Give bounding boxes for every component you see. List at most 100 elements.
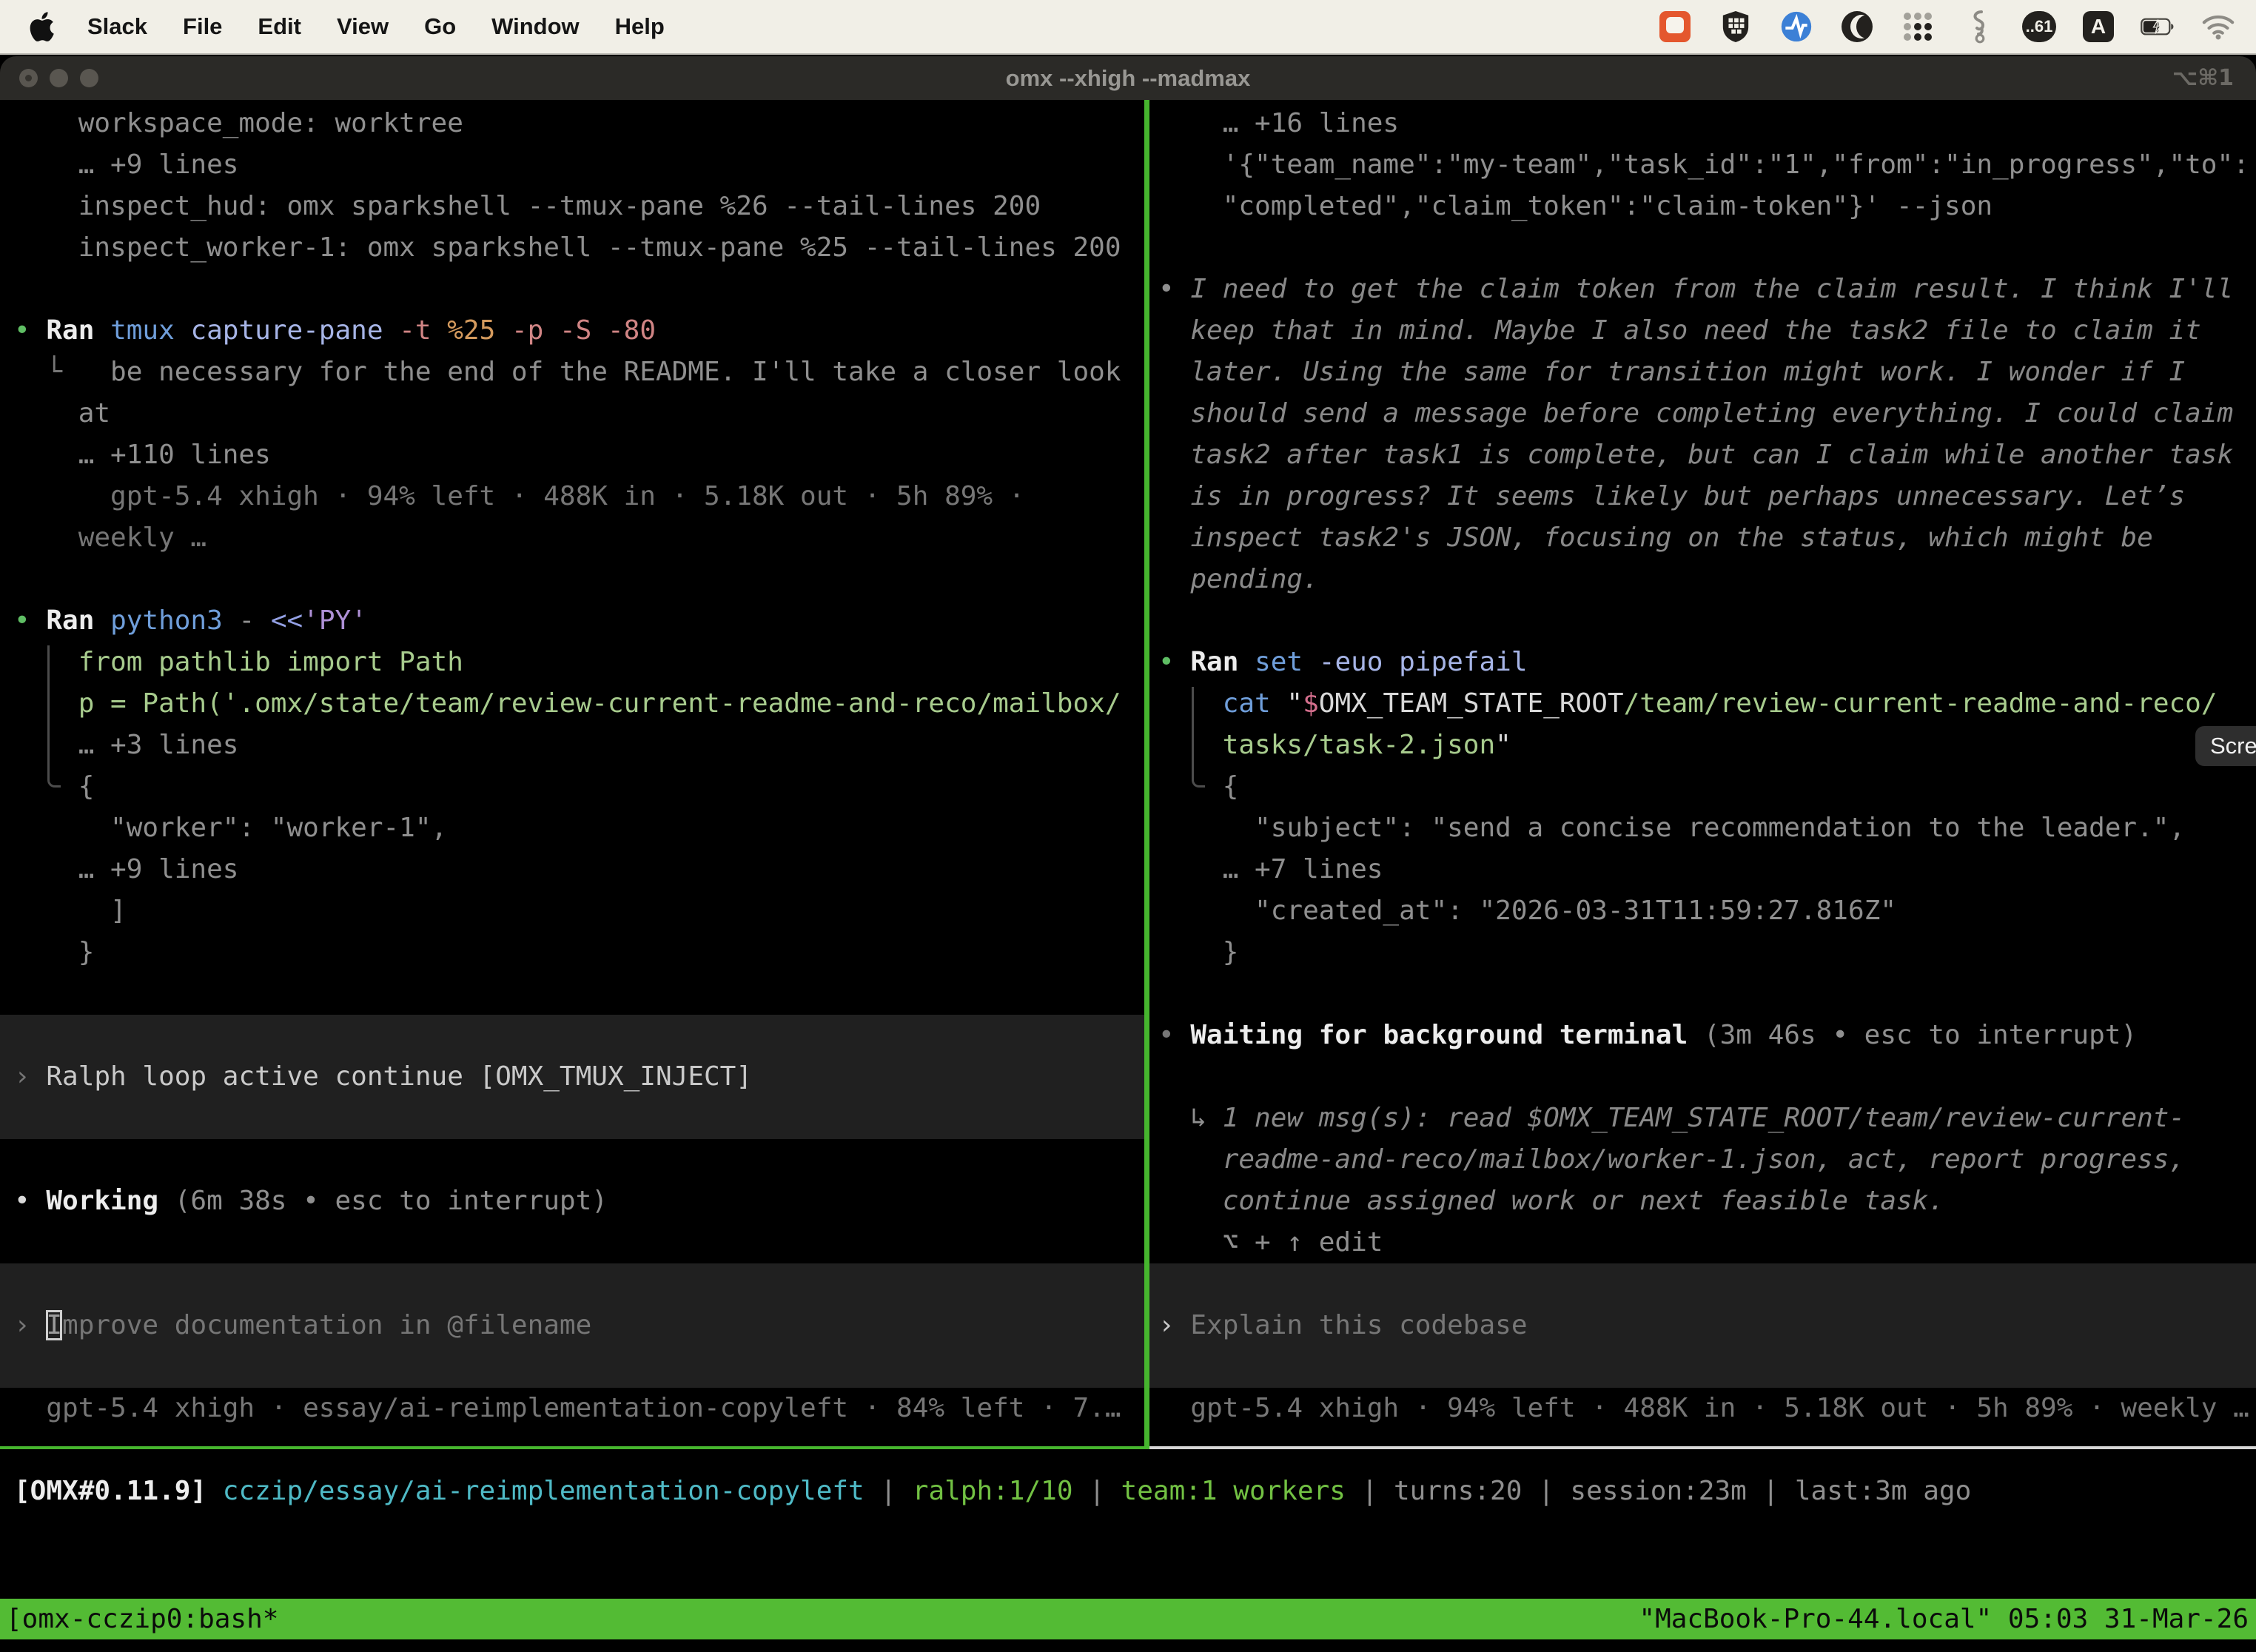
prompt-input-container[interactable]: › Improve documentation in @filename	[0, 1263, 1144, 1388]
menu-bar-left: Slack File Edit View Go Window Help	[0, 10, 682, 44]
wifi-icon[interactable]	[2201, 10, 2235, 44]
pane-divider[interactable]	[1144, 100, 1149, 1449]
tmux-session-window-label[interactable]: [omx-cczip0:bash*	[0, 1599, 278, 1639]
terminal-line: … +3 lines	[14, 725, 1144, 766]
badge-61[interactable]: ..61	[2022, 11, 2056, 42]
terminal-line: gpt-5.4 xhigh · 94% left · 488K in · 5.1…	[1158, 1388, 2256, 1429]
text-segment: ralph:1/10	[913, 1476, 1089, 1506]
text-segment: Ran	[1190, 647, 1255, 677]
text-segment: ›	[1158, 1310, 1190, 1340]
terminal-pane-right[interactable]: … +16 lines '{"team_name":"my-team","tas…	[1149, 100, 2256, 1446]
menu-app-name[interactable]: Slack	[70, 13, 165, 40]
terminal-line: inspect task2's JSON, focusing on the st…	[1158, 517, 2256, 559]
terminal-line: ⌥ + ↑ edit	[1158, 1222, 2256, 1263]
ralph-loop-banner: › Ralph loop active continue [OMX_TMUX_I…	[14, 1056, 1144, 1098]
tmux-status-bar[interactable]: [omx-cczip0:bash* "MacBook-Pro-44.local"…	[0, 1599, 2256, 1639]
speed-blue-icon[interactable]	[1779, 10, 1813, 44]
shield-grid-icon[interactable]	[1719, 10, 1753, 44]
menu-item-edit[interactable]: Edit	[240, 13, 319, 40]
text-segment: ⌥ + ↑ edit	[1158, 1227, 1383, 1258]
text-segment: mprove documentation in @filename	[62, 1310, 591, 1340]
text-segment: gpt-5.4 xhigh · 94% left · 488K in · 5.1…	[14, 481, 1024, 511]
text-segment: … +110 lines	[14, 440, 271, 470]
zoom-button[interactable]	[80, 69, 98, 87]
text-segment: team:1 workers	[1121, 1476, 1362, 1506]
terminal-line: at	[14, 393, 1144, 434]
battery-icon[interactable]	[2141, 10, 2175, 44]
terminal-line: {	[14, 766, 1144, 807]
tooltip-text: Scre	[2210, 733, 2256, 759]
working-status-line: • Working (6m 38s • esc to interrupt)	[14, 1181, 1144, 1222]
terminal-line	[14, 973, 1144, 1015]
text-segment: tmux	[110, 315, 190, 346]
menu-item-window[interactable]: Window	[474, 13, 597, 40]
text-segment: "subject": "send a concise recommendatio…	[1158, 813, 2185, 843]
text-segment: be necessary for the end of the README. …	[110, 357, 1121, 387]
dots-grid-icon[interactable]	[1901, 10, 1935, 44]
text-segment: tasks/task-2.json	[1158, 730, 1495, 760]
text-segment: … +9 lines	[14, 150, 238, 180]
terminal-line: … +7 lines	[1158, 849, 2256, 890]
chat-icon[interactable]	[1658, 10, 1692, 44]
text-segment: Working	[46, 1186, 174, 1216]
squiggle-icon[interactable]	[1961, 10, 1995, 44]
terminal-line: ]	[14, 890, 1144, 932]
menu-item-go[interactable]: Go	[406, 13, 474, 40]
text-segment: inspect_worker-1: omx sparkshell --tmux-…	[14, 232, 1121, 263]
ralph-loop-banner-container[interactable]: › Ralph loop active continue [OMX_TMUX_I…	[0, 1015, 1144, 1139]
text-segment: 'PY'	[303, 605, 367, 636]
text-segment: set	[1255, 647, 1319, 677]
menu-item-file[interactable]: File	[165, 13, 240, 40]
terminal-line	[14, 269, 1144, 310]
traffic-lights	[0, 69, 98, 87]
text-segment: task2 after task1 is complete, but can I…	[1158, 440, 2233, 470]
terminal-line	[1158, 600, 2256, 642]
terminal-line: "completed","claim_token":"claim-token"}…	[1158, 186, 2256, 227]
text-segment: pending.	[1158, 564, 1319, 594]
text-segment: ]	[14, 896, 127, 926]
text-segment: /team/review-current-readme-and-reco/	[1624, 688, 2218, 719]
terminal-line: should send a message before completing …	[1158, 393, 2256, 434]
text-segment: workspace_mode: worktree	[14, 108, 463, 138]
text-segment: I need to get the claim token from the c…	[1190, 274, 2233, 304]
a-tile-icon[interactable]: A	[2083, 11, 2114, 42]
apple-menu-icon[interactable]	[30, 10, 59, 44]
screen-notification-overlay[interactable]: Scre	[2195, 726, 2256, 766]
minimize-button[interactable]	[50, 69, 68, 87]
text-segment: "	[1286, 688, 1303, 719]
text-segment: ›	[14, 1061, 46, 1092]
pane-border-right-bottom	[1149, 1446, 2256, 1449]
terminal-line	[1158, 1056, 2256, 1098]
text-segment: '{"team_name":"my-team","task_id":"1","f…	[1158, 150, 2249, 180]
text-segment: from pathlib import Path	[14, 647, 463, 677]
text-segment: $	[1303, 688, 1319, 719]
text-segment: •	[1158, 274, 1190, 304]
text-segment: … +9 lines	[14, 854, 238, 884]
text-segment: is in progress? It seems likely but perh…	[1158, 481, 2185, 511]
window-titlebar[interactable]: omx --xhigh --madmax ⌥⌘1	[0, 56, 2256, 100]
text-segment: (6m 38s • esc to interrupt)	[175, 1186, 608, 1216]
terminal-line: }	[1158, 932, 2256, 973]
menu-item-help[interactable]: Help	[597, 13, 682, 40]
tmux-host-clock-label: "MacBook-Pro-44.local" 05:03 31-Mar-26	[1639, 1599, 2256, 1639]
terminal-line: '{"team_name":"my-team","task_id":"1","f…	[1158, 144, 2256, 186]
thinking-line: • I need to get the claim token from the…	[1158, 269, 2256, 310]
text-segment: "completed","claim_token":"claim-token"}…	[1158, 191, 1993, 221]
terminal-line: task2 after task1 is complete, but can I…	[1158, 434, 2256, 476]
terminal-pane-left[interactable]: workspace_mode: worktree … +9 lines insp…	[0, 100, 1144, 1446]
prompt-input-container[interactable]: › Explain this codebase	[1149, 1263, 2256, 1388]
terminal-line: keep that in mind. Maybe I also need the…	[1158, 310, 2256, 352]
omx-session-status-line: [OMX#0.11.9] cczip/essay/ai-reimplementa…	[14, 1471, 1971, 1512]
text-segment: OMX_TEAM_STATE_ROOT	[1319, 688, 1624, 719]
menu-bar-status-icons: ..61 A	[1658, 10, 2256, 44]
text-segment: -p -S -80	[511, 315, 656, 346]
menu-item-view[interactable]: View	[319, 13, 406, 40]
text-segment: -t	[399, 315, 447, 346]
close-button[interactable]	[19, 69, 38, 87]
moon-icon[interactable]	[1840, 10, 1874, 44]
text-segment: 1 new msg(s): read $OMX_TEAM_STATE_ROOT/…	[1223, 1103, 2185, 1133]
terminal-line: is in progress? It seems likely but perh…	[1158, 476, 2256, 517]
text-segment: |	[880, 1476, 912, 1506]
text-segment: %25	[447, 315, 511, 346]
text-segment: (3m 46s • esc to interrupt)	[1704, 1020, 2137, 1050]
